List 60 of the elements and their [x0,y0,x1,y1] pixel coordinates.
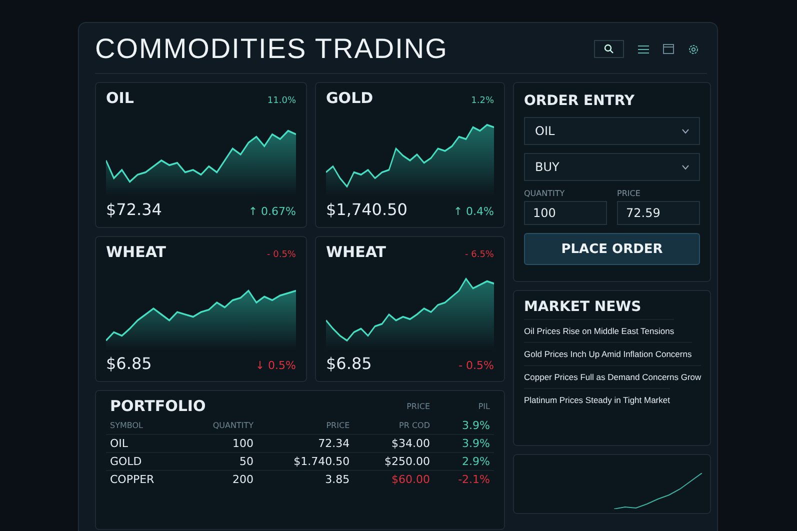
commodity-price: $6.85 [326,354,372,373]
table-cell: -2.1% [434,470,494,488]
commodity-name: WHEAT [326,243,386,261]
table-cell: 100 [184,434,258,452]
table-cell: $34.00 [354,434,434,452]
table-cell: $1.740.50 [258,452,354,470]
search-icon [604,44,614,54]
price-change: ↑ 0.67% [248,205,296,218]
window-title: COMMODITIES TRADING [95,33,448,65]
table-cell: COPPER [106,470,184,488]
table-cell: 50 [184,452,258,470]
change-percent: - 0.5% [267,250,296,260]
symbol-dropdown[interactable]: OIL [524,117,700,145]
settings-icon[interactable] [688,44,699,54]
column-header: QUANTITY [212,421,254,430]
field-label: QUANTITY [524,189,566,198]
table-cell: 200 [184,470,258,488]
column-header: PIL [478,402,490,410]
calendar-icon[interactable] [663,44,674,54]
field-label: PRICE [617,189,642,198]
price-field[interactable]: 72.59 [617,201,700,225]
search-button[interactable] [594,40,624,58]
side-dropdown[interactable]: BUY [524,153,700,181]
change-percent: - 6.5% [465,250,494,260]
table-cell: 2.9% [434,452,494,470]
column-header: PRICE [406,402,430,410]
commodity-name: GOLD [326,89,374,107]
commodity-price: $1,740.50 [326,200,408,219]
table-cell: GOLD [106,452,184,470]
column-header: SYMBOL [110,421,143,430]
news-headline[interactable]: Copper Prices Full as Demand Concerns Grow [524,365,702,388]
table-cell: 3.9% [434,434,494,452]
table-cell: 3.85 [258,470,354,488]
column-header: PR COD [399,421,430,430]
table-cell: $250.00 [354,452,434,470]
price-change: - 0.5% [458,359,494,372]
change-percent: 11.0% [267,96,296,106]
menu-icon[interactable] [638,44,649,54]
commodity-name: WHEAT [106,243,166,261]
commodity-name: OIL [106,89,134,107]
change-percent: 1.2% [471,96,494,106]
portfolio-title: PORTFOLIO [110,397,206,415]
chevron-icon [682,164,689,170]
price-change: ↑ 0.4% [453,205,494,218]
column-header: 3.9% [462,419,490,432]
table-cell: 72.34 [258,434,354,452]
commodity-price: $6.85 [106,354,152,373]
panel-title: ORDER ENTRY [524,93,636,109]
column-header: PRICE [326,421,350,430]
commodity-price: $72.34 [106,200,162,219]
panel-title: MARKET NEWS [524,299,642,315]
chevron-icon [682,128,689,134]
price-change: ↓ 0.5% [255,359,296,372]
quantity-field[interactable]: 100 [524,201,607,225]
news-headline[interactable]: Oil Prices Rise on Middle East Tensions [524,319,674,342]
table-cell: OIL [106,434,184,452]
news-headline[interactable]: Gold Prices Inch Up Amid Inflation Concerns [524,342,692,365]
place-order-button[interactable]: PLACE ORDER [524,233,700,265]
news-headline[interactable]: Platinum Prices Steady in Tight Market [524,388,670,411]
table-cell: $60.00 [354,470,434,488]
